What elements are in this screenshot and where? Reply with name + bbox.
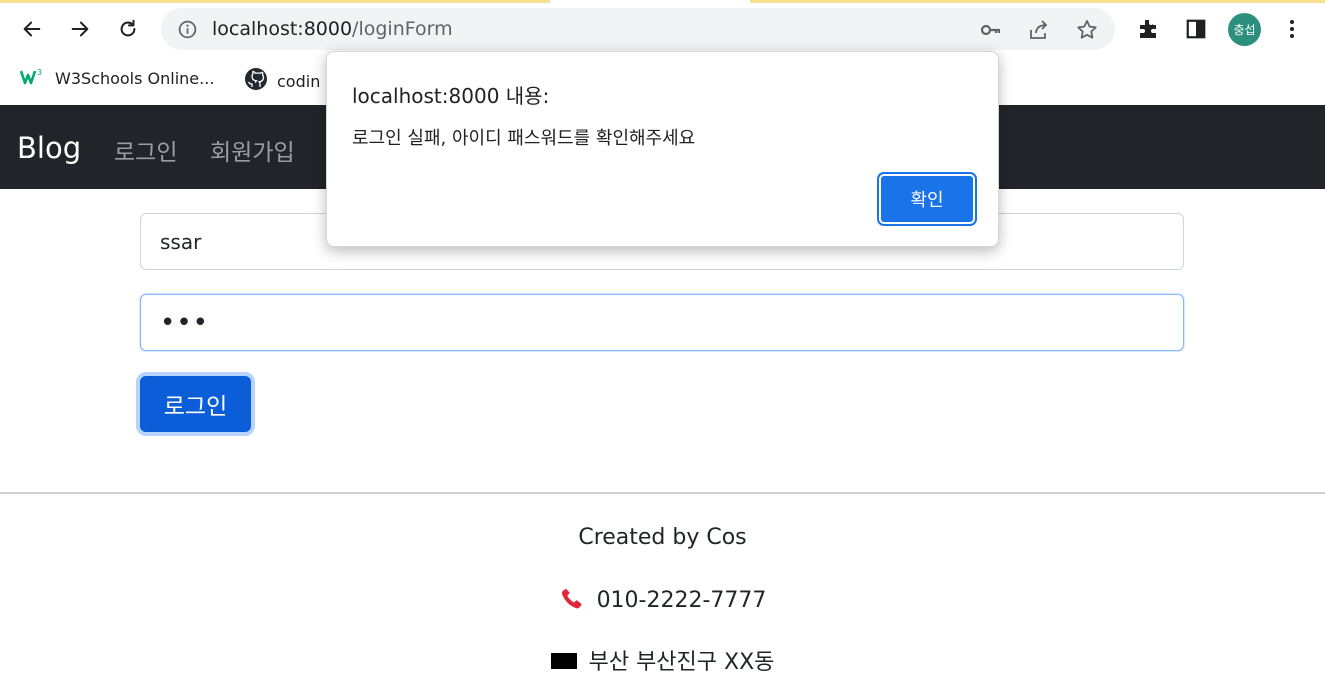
reload-icon[interactable] [113, 14, 143, 44]
password-input[interactable]: ••• [140, 294, 1184, 351]
black-rectangle-icon [550, 651, 577, 675]
footer-phone: 010-2222-7777 [0, 585, 1325, 617]
dialog-title: localhost:8000 내용: [352, 84, 550, 108]
bookmark-github[interactable]: codin [244, 67, 320, 95]
phone-number: 010-2222-7777 [596, 588, 767, 613]
more-menu-icon[interactable] [1279, 16, 1305, 42]
github-icon [244, 67, 268, 95]
profile-avatar[interactable]: 충섭 [1228, 13, 1261, 46]
browser-toolbar: localhost:8000/loginForm 충섭 [0, 0, 1325, 58]
telephone-icon [559, 585, 585, 617]
password-value: ••• [160, 307, 210, 338]
navbar-brand[interactable]: Blog [17, 131, 81, 165]
back-arrow-icon[interactable] [17, 14, 47, 44]
bookmark-label: W3Schools Online... [55, 68, 215, 88]
browser-window: localhost:8000/loginForm 충섭 3 W3Schools … [0, 0, 1325, 675]
footer-address: 부산 부산진구 XX동 [0, 644, 1325, 675]
site-info-icon[interactable] [177, 19, 198, 44]
site-footer: Created by Cos 010-2222-7777 부산 부산진구 XX동 [0, 492, 1325, 675]
url-path: /loginForm [352, 18, 453, 40]
nav-signup-link[interactable]: 회원가입 [210, 133, 295, 167]
address-bar[interactable]: localhost:8000/loginForm [161, 8, 1115, 50]
bookmark-star-icon[interactable] [1075, 18, 1099, 42]
share-icon[interactable] [1027, 18, 1051, 42]
bookmark-w3schools[interactable]: 3 W3Schools Online... [19, 67, 215, 89]
nav-login-link[interactable]: 로그인 [114, 133, 177, 167]
bookmark-label: codin [277, 71, 321, 91]
w3schools-icon: 3 [19, 67, 46, 89]
username-value: ssar [160, 229, 202, 254]
extensions-puzzle-icon[interactable] [1135, 16, 1161, 42]
forward-arrow-icon[interactable] [65, 14, 95, 44]
url-host: localhost:8000 [212, 18, 353, 40]
key-icon[interactable] [979, 18, 1003, 42]
login-submit-button[interactable]: 로그인 [140, 376, 251, 432]
footer-created-by: Created by Cos [578, 525, 747, 550]
dialog-message: 로그인 실패, 아이디 패스워드를 확인해주세요 [352, 128, 696, 149]
url-text[interactable]: localhost:8000/loginForm [212, 18, 453, 40]
alert-dialog: localhost:8000 내용: 로그인 실패, 아이디 패스워드를 확인해… [326, 51, 999, 247]
dialog-ok-button[interactable]: 확인 [879, 174, 975, 224]
tab-strip-accent [0, 0, 1325, 3]
address-text: 부산 부산진구 XX동 [588, 650, 775, 675]
side-panel-icon[interactable] [1183, 16, 1209, 42]
svg-text:3: 3 [37, 68, 42, 77]
